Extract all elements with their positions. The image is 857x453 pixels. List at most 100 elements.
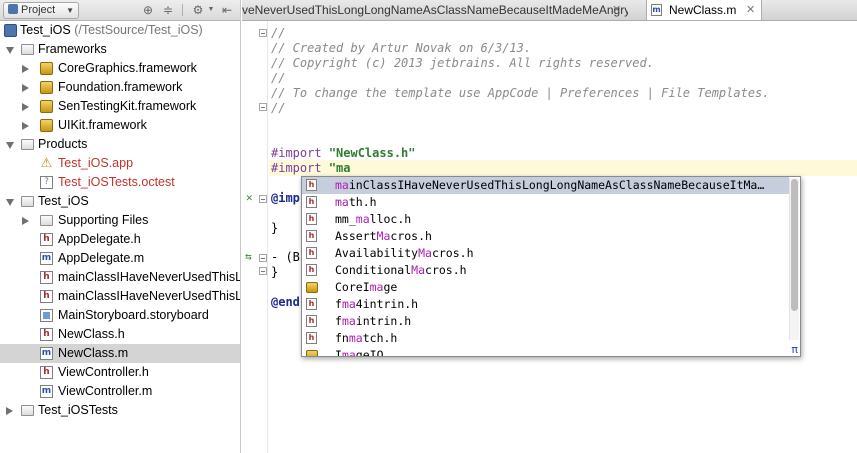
code-line-method: - (B [271, 250, 300, 265]
tree-item-test-ios-group[interactable]: Test_iOS [0, 192, 240, 211]
tree-item-octest-product[interactable]: ? Test_iOSTests.octest [0, 173, 240, 192]
tab-long-class-file[interactable]: veNeverUsedThisLongLongNameAsClassNameBe… [242, 0, 628, 20]
framework-icon [40, 62, 53, 75]
completion-item[interactable]: h mm_malloc.h [302, 211, 789, 228]
gear-icon[interactable]: ⚙ [191, 3, 205, 17]
tree-item-project-root[interactable]: Test_iOS (/TestSource/Test_iOS) [0, 21, 240, 40]
closing-brace: } [271, 265, 279, 279]
target-icon[interactable]: ⊕ [141, 3, 155, 17]
tree-item-mainclass-h[interactable]: h mainClassIHaveNeverUsedThisL [0, 268, 240, 287]
completion-item[interactable]: CoreImage [302, 279, 789, 296]
fold-toggle-icon[interactable] [259, 254, 267, 262]
tree-item-label: mainClassIHaveNeverUsedThisL [58, 270, 240, 284]
header-file-icon: h [40, 366, 53, 379]
header-file-icon: h [306, 196, 317, 208]
triangle-down-icon[interactable] [6, 199, 14, 206]
tree-item-label: NewClass.m [58, 346, 129, 360]
tree-item-viewcontroller-h[interactable]: h ViewController.h [0, 363, 240, 382]
completion-item[interactable]: h mainClassIHaveNeverUsedThisLongLongNam… [302, 177, 789, 194]
completion-item[interactable]: ImageIO [302, 347, 789, 356]
tab-newclass-m[interactable]: m NewClass.m ✕ [646, 0, 762, 20]
tree-item-sentestingkit[interactable]: SenTestingKit.framework [0, 97, 240, 116]
completion-scrollbar-thumb[interactable] [791, 179, 798, 311]
tree-item-label: ViewController.m [58, 384, 153, 398]
triangle-right-icon[interactable] [22, 84, 29, 92]
implementation-file-icon: m [40, 347, 53, 360]
completion-match: Ma [411, 263, 426, 277]
code-line-comment: // To change the template use AppCode | … [271, 86, 770, 100]
tree-item-supporting-files[interactable]: Supporting Files [0, 211, 240, 230]
import-path: "ma [328, 161, 351, 175]
triangle-down-icon[interactable] [6, 142, 14, 149]
tree-item-label: mainClassIHaveNeverUsedThisL [58, 289, 240, 303]
completion-item[interactable]: h fnmatch.h [302, 330, 789, 347]
close-icon[interactable]: ✕ [746, 0, 755, 20]
header-file-icon: h [40, 233, 53, 246]
completion-item[interactable]: h AssertMacros.h [302, 228, 789, 245]
tree-item-coregraphics[interactable]: CoreGraphics.framework [0, 59, 240, 78]
completion-rest: tch.h [362, 331, 398, 345]
completion-rest: cros.h [390, 229, 432, 243]
completion-match: ma [341, 297, 356, 311]
completion-item[interactable]: h ConditionalMacros.h [302, 262, 789, 279]
hide-icon[interactable]: ⇤ [220, 3, 234, 17]
tree-item-storyboard[interactable]: MainStoryboard.storyboard [0, 306, 240, 325]
project-toolbar: Project ▼ ⊕ ≑ ⚙ ▼ ⇤ [0, 0, 240, 21]
completion-match: ma [348, 331, 363, 345]
method-signature: - (B [271, 250, 300, 264]
project-view-selector[interactable]: Project ▼ [3, 2, 79, 19]
tree-item-frameworks[interactable]: Frameworks [0, 40, 240, 59]
header-file-icon: h [306, 332, 317, 344]
tree-item-uikit[interactable]: UIKit.framework [0, 116, 240, 135]
override-marker-icon[interactable]: ⇆ [245, 250, 252, 263]
completion-rest: 4intrin.h [355, 297, 419, 311]
project-icon [4, 24, 17, 37]
completion-item[interactable]: h math.h [302, 194, 789, 211]
tree-item-app-product[interactable]: ⚠ Test_iOS.app [0, 154, 240, 173]
completion-item[interactable]: h fmaintrin.h [302, 313, 789, 330]
app-icon: ⚠ [40, 155, 53, 170]
tree-item-label: AppDelegate.h [58, 232, 141, 246]
close-icon[interactable]: ✕ [612, 0, 621, 20]
tree-item-test-ios-tests[interactable]: Test_iOSTests [0, 401, 240, 420]
triangle-down-icon[interactable] [6, 47, 14, 54]
triangle-right-icon[interactable] [22, 122, 29, 130]
tree-item-foundation[interactable]: Foundation.framework [0, 78, 240, 97]
tree-item-newclass-m[interactable]: m NewClass.m [0, 344, 240, 363]
fold-toggle-icon[interactable] [259, 195, 267, 203]
completion-prefix: CoreI [335, 280, 370, 294]
fold-toggle-icon[interactable] [259, 29, 267, 37]
tree-item-appdelegate-h[interactable]: h AppDelegate.h [0, 230, 240, 249]
fold-toggle-icon[interactable] [259, 103, 267, 111]
chevron-down-icon[interactable]: ▼ [204, 3, 218, 17]
tree-item-mainclass-m[interactable]: h mainClassIHaveNeverUsedThisL [0, 287, 240, 306]
tree-item-label: Test_iOS [20, 23, 71, 37]
tree-item-products[interactable]: Products [0, 135, 240, 154]
tree-item-appdelegate-m[interactable]: m AppDelegate.m [0, 249, 240, 268]
triangle-right-icon[interactable] [22, 65, 29, 73]
end-keyword: @end [271, 295, 300, 309]
triangle-right-icon[interactable] [22, 103, 29, 111]
triangle-right-icon[interactable] [22, 217, 29, 225]
tree-item-label: Test_iOS [38, 194, 89, 208]
completion-item[interactable]: h fma4intrin.h [302, 296, 789, 313]
triangle-right-icon[interactable] [6, 407, 13, 415]
fold-toggle-icon[interactable] [259, 267, 267, 275]
completion-item[interactable]: h AvailabilityMacros.h [302, 245, 789, 262]
error-marker-icon[interactable]: ✕ [246, 191, 253, 204]
pi-icon[interactable]: π [791, 343, 798, 356]
completion-popup[interactable]: h mainClassIHaveNeverUsedThisLongLongNam… [301, 176, 801, 357]
tab-label: veNeverUsedThisLongLongNameAsClassNameBe… [242, 3, 628, 17]
tree-item-newclass-h[interactable]: h NewClass.h [0, 325, 240, 344]
completion-scrollbar[interactable] [789, 178, 799, 340]
collapse-icon[interactable]: ≑ [161, 3, 175, 17]
framework-icon [306, 282, 318, 293]
completion-match: Ma [418, 246, 432, 260]
toolbar-divider [182, 4, 183, 16]
tree-item-viewcontroller-m[interactable]: m ViewController.m [0, 382, 240, 401]
tree-item-label: Test_iOSTests.octest [58, 175, 175, 189]
header-file-icon: h [306, 230, 317, 242]
header-file-icon: h [306, 247, 317, 259]
tree-item-path: (/TestSource/Test_iOS) [70, 23, 203, 37]
header-file-icon: h [306, 179, 317, 191]
